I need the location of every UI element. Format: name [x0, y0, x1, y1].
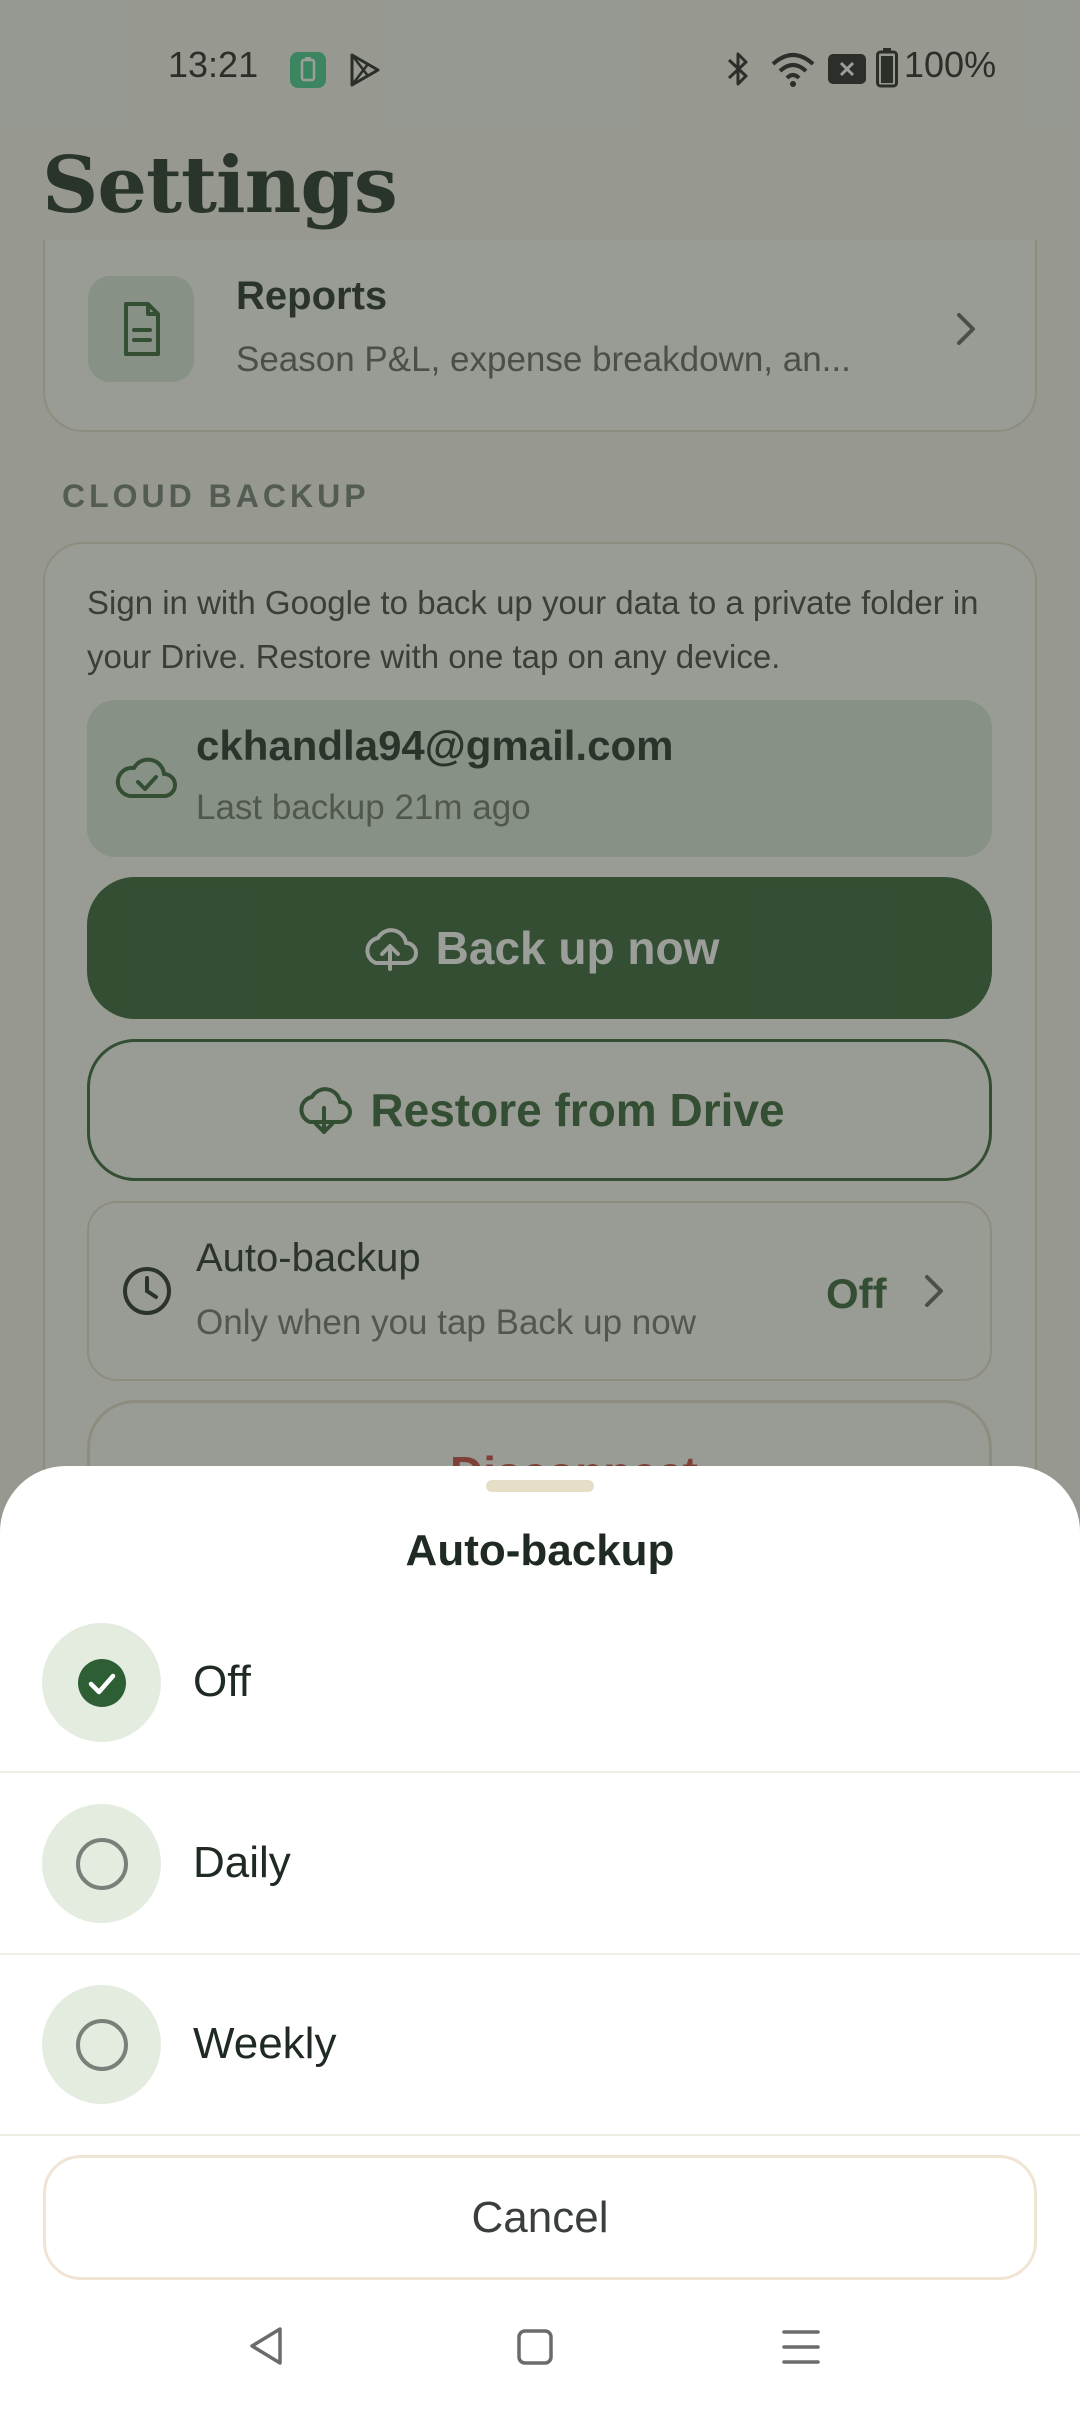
home-icon[interactable]	[516, 2328, 554, 2366]
option-radio-off	[42, 1623, 161, 1742]
check-circle-icon	[77, 1658, 126, 1707]
radio-unchecked-icon	[75, 2018, 128, 2071]
option-label-daily: Daily	[193, 1838, 291, 1887]
option-row-daily[interactable]	[0, 1774, 1080, 1955]
option-radio-weekly	[42, 1985, 161, 2104]
sheet-drag-handle[interactable]	[486, 1480, 594, 1492]
option-label-off: Off	[193, 1657, 251, 1706]
option-row-off[interactable]	[0, 1592, 1080, 1773]
cancel-button[interactable]: Cancel	[43, 2155, 1037, 2280]
option-label-weekly: Weekly	[193, 2019, 337, 2068]
option-radio-daily	[42, 1804, 161, 1923]
option-row-weekly[interactable]	[0, 1955, 1080, 2136]
sheet-title: Auto-backup	[405, 1526, 675, 1575]
menu-icon[interactable]	[782, 2328, 820, 2366]
radio-unchecked-icon	[75, 1837, 128, 1890]
back-icon[interactable]	[246, 2325, 286, 2367]
